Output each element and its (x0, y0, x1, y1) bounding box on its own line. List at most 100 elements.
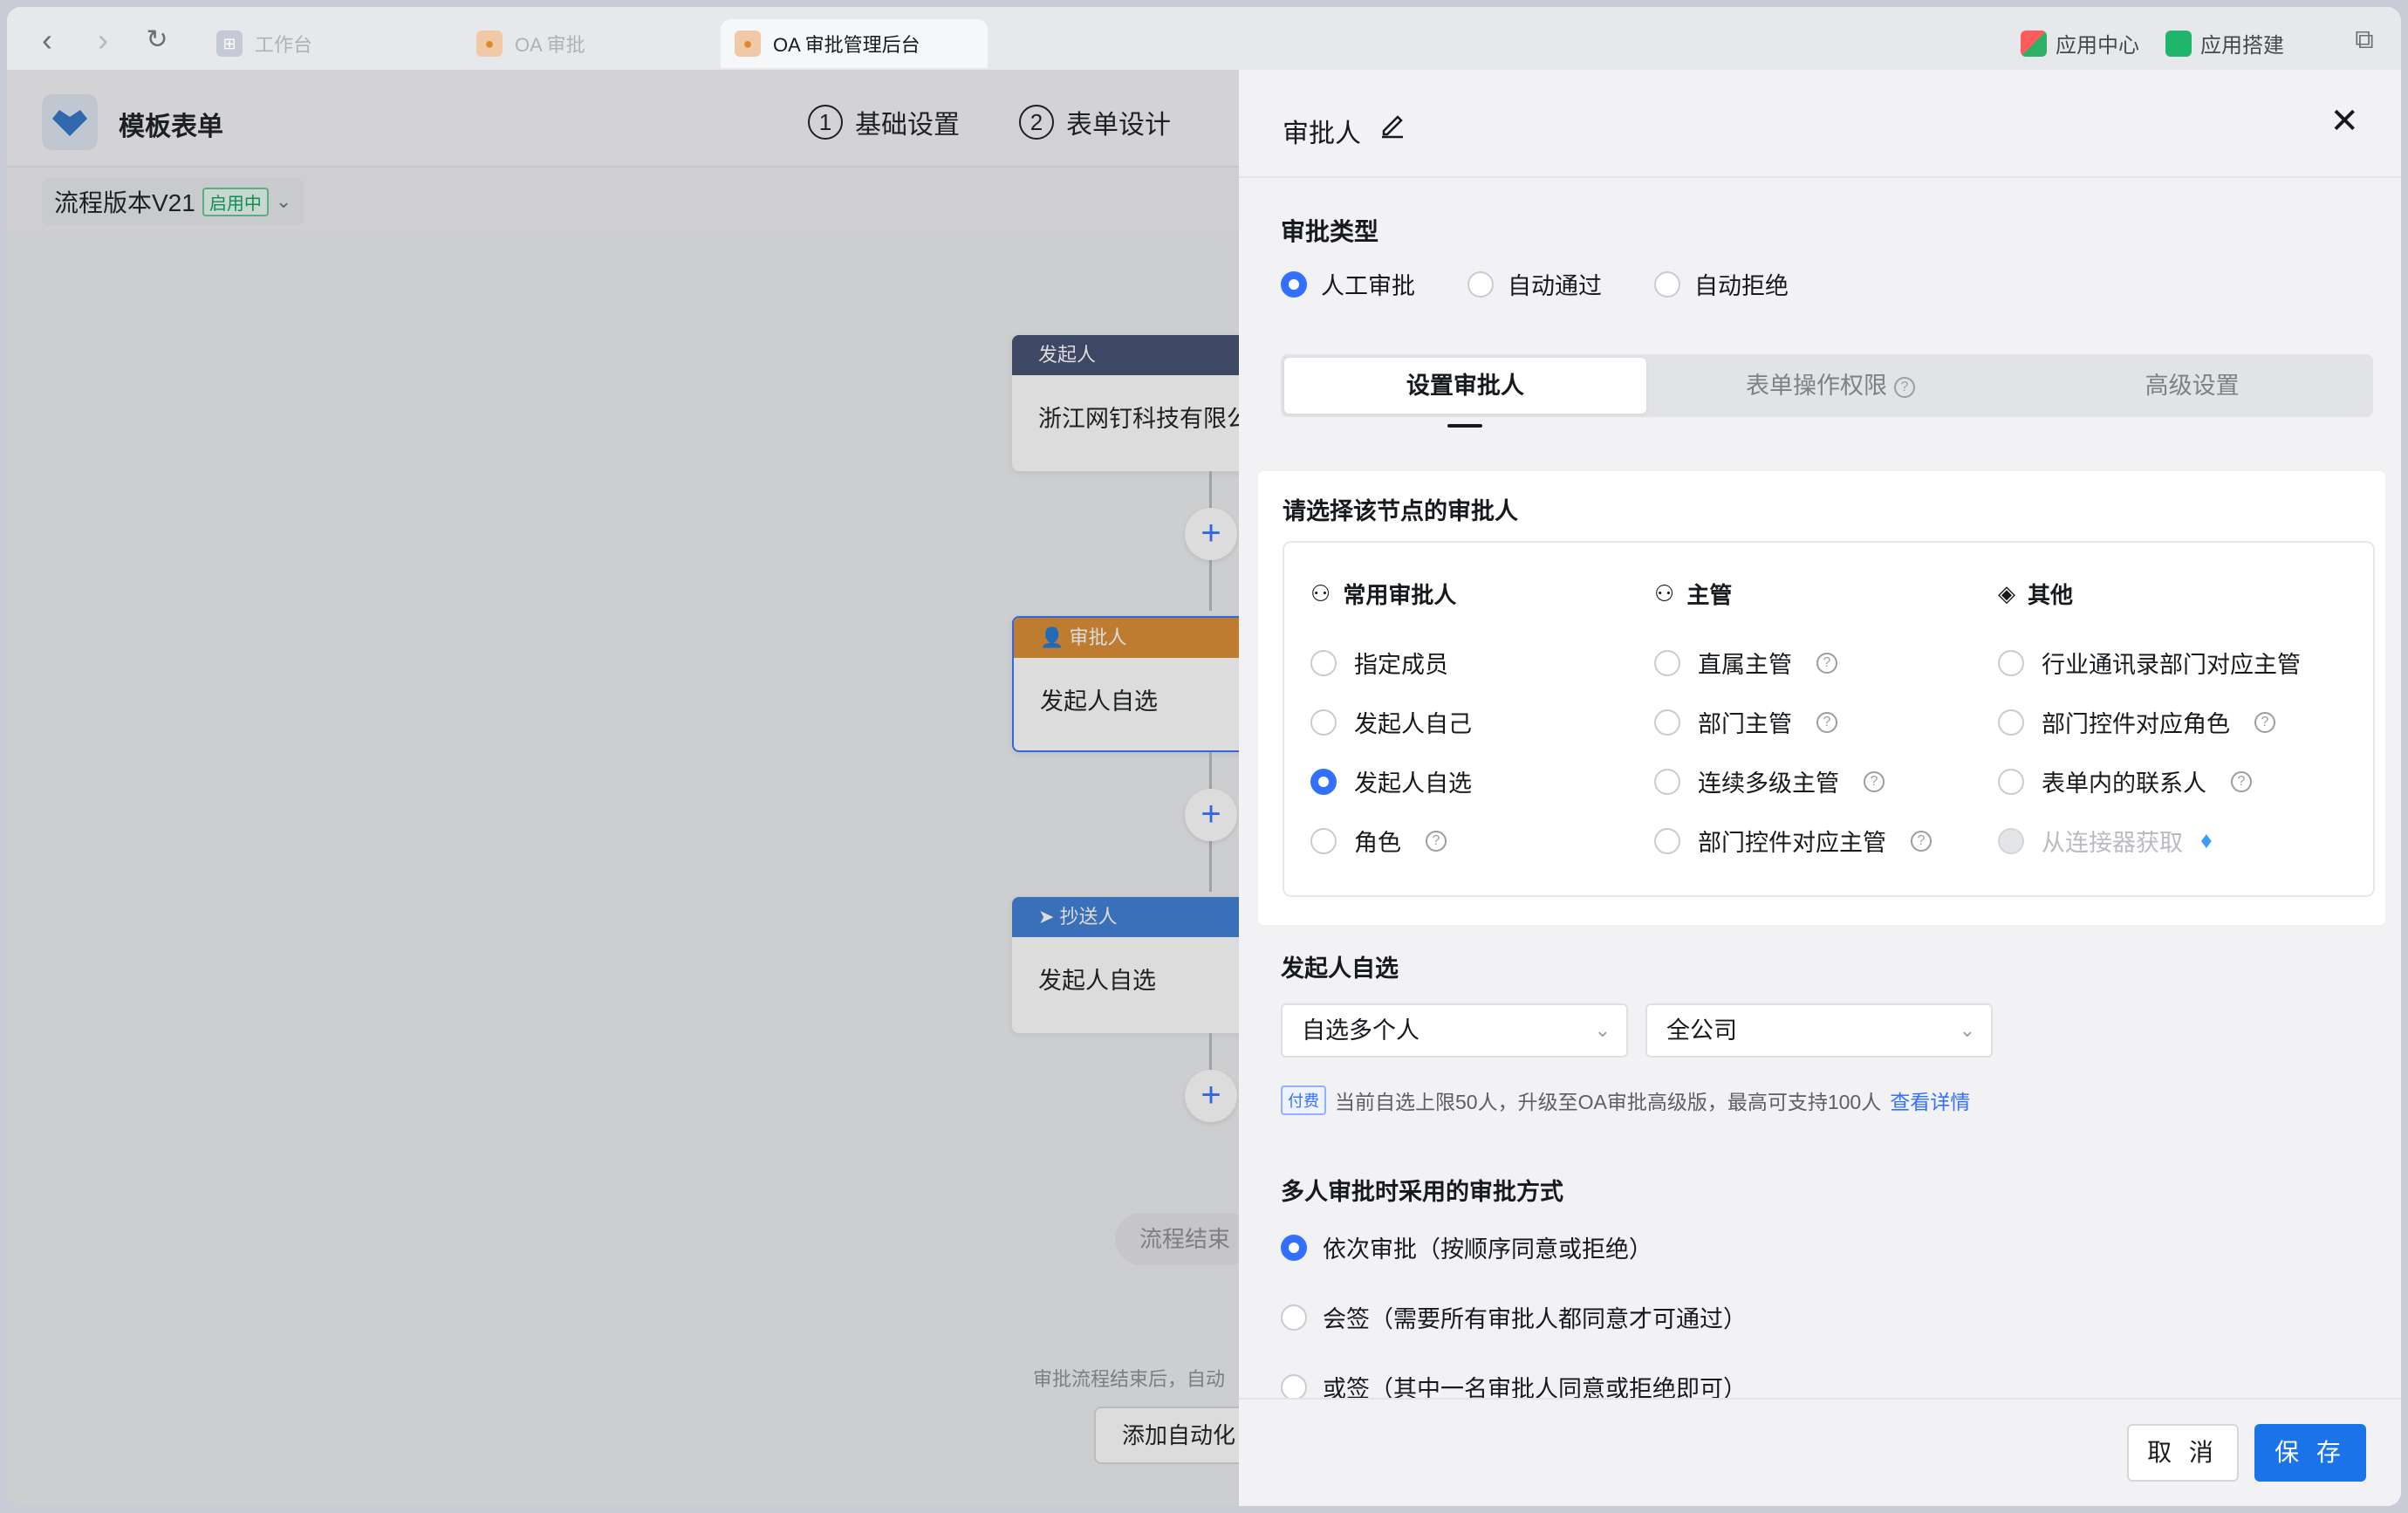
radio-dot (1998, 709, 2024, 736)
radio-manual[interactable]: 人工审批 (1281, 267, 1415, 301)
radio-label: 自动通过 (1508, 273, 1602, 299)
tab-workbench[interactable]: ⊞ 工作台 (202, 19, 326, 68)
select-scope[interactable]: 全公司 ⌄ (1645, 1003, 1993, 1058)
radio-dot (1654, 709, 1680, 736)
radio-dot (1310, 827, 1337, 854)
layers-icon: ◈ (1998, 580, 2015, 606)
option-multi-level-supervisor[interactable]: 连续多级主管? (1654, 764, 1885, 798)
picker-options: ⚇ 常用审批人 ⚇ 主管 ◈ 其他 指定成员 发起人自己 发起人自选 角色 ? … (1283, 541, 2375, 897)
tab-oa-admin[interactable]: ● OA 审批管理后台 (721, 19, 988, 68)
self-select-label: 发起人自选 (1281, 955, 1399, 982)
option-designated-member[interactable]: 指定成员 (1310, 646, 1448, 680)
option-role[interactable]: 角色? (1310, 824, 1447, 858)
tab-oa-approval[interactable]: ● OA 审批 (462, 19, 599, 68)
column-common-approver: ⚇ 常用审批人 (1310, 578, 1456, 610)
drawer-title: 审批人 (1283, 120, 1361, 148)
app-build-label: 应用搭建 (2200, 34, 2284, 58)
option-dept-supervisor[interactable]: 部门主管? (1654, 705, 1837, 739)
tab-form-permissions[interactable]: 表单操作权限? (1650, 354, 2012, 417)
option-label: 行业通讯录部门对应主管 (2042, 652, 2301, 678)
refresh-icon[interactable]: ↻ (140, 23, 174, 58)
help-icon[interactable]: ? (1816, 711, 1837, 733)
approval-type-label: 审批类型 (1281, 218, 1379, 245)
option-dept-control-role[interactable]: 部门控件对应角色? (1998, 705, 2275, 739)
edit-icon[interactable] (1377, 108, 1408, 140)
active-indicator (1447, 424, 1483, 428)
tab-label: OA 审批 (515, 34, 585, 56)
browser-window: ‹ › ↻ ⊞ 工作台 ● OA 审批 ● OA 审批管理后台 应用中心 应用搭… (7, 7, 2401, 1506)
option-label: 发起人自己 (1354, 711, 1472, 737)
radio-dot (1998, 768, 2024, 795)
app-center-label: 应用中心 (2056, 34, 2139, 58)
help-icon[interactable]: ? (1426, 830, 1447, 852)
radio-dot (1998, 827, 2024, 854)
cancel-button[interactable]: 取 消 (2127, 1424, 2239, 1482)
chevron-down-icon: ⌄ (1959, 1019, 1975, 1041)
diamond-icon: ♦ (2200, 827, 2213, 853)
radio-label: 依次审批（按顺序同意或拒绝） (1323, 1236, 1652, 1263)
option-industry-dept-supervisor[interactable]: 行业通讯录部门对应主管 (1998, 646, 2301, 680)
radio-dot (1281, 1234, 1307, 1261)
radio-auto-reject[interactable]: 自动拒绝 (1654, 267, 1789, 301)
select-value: 自选多个人 (1302, 1017, 1419, 1044)
radio-label: 会签（需要所有审批人都同意才可通过） (1323, 1306, 1747, 1332)
user-icon: ⚇ (1310, 580, 1331, 606)
column-other: ◈ 其他 (1998, 578, 2073, 610)
option-from-connector: 从连接器获取 ♦ (1998, 824, 2213, 858)
column-title: 其他 (2028, 582, 2074, 608)
radio-countersign[interactable]: 会签（需要所有审批人都同意才可通过） (1281, 1300, 1747, 1334)
radio-dot (1281, 270, 1307, 298)
tip-text: 当前自选上限50人，升级至OA审批高级版，最高可支持100人 (1335, 1091, 1882, 1113)
column-title: 主管 (1686, 582, 1733, 608)
option-label: 连续多级主管 (1698, 770, 1839, 797)
help-icon[interactable]: ? (2254, 711, 2275, 733)
option-label: 从连接器获取 (2042, 830, 2183, 856)
radio-auto-pass[interactable]: 自动通过 (1467, 267, 1602, 301)
option-label: 角色 (1354, 830, 1401, 856)
option-label: 发起人自选 (1354, 770, 1472, 797)
close-icon[interactable]: ✕ (2329, 101, 2359, 141)
tab-label: OA 审批管理后台 (773, 34, 920, 56)
pay-badge: 付费 (1281, 1085, 1326, 1115)
column-title: 常用审批人 (1343, 582, 1457, 608)
radio-dot (1467, 270, 1494, 298)
open-external-icon[interactable]: ⧉ (2347, 23, 2382, 58)
modal-overlay[interactable] (7, 70, 1246, 1506)
app-center-button[interactable]: 应用中心 (2021, 28, 2139, 58)
help-icon[interactable]: ? (1864, 770, 1885, 792)
option-label: 部门主管 (1698, 711, 1792, 737)
radio-label: 人工审批 (1321, 273, 1415, 299)
forward-icon[interactable]: › (86, 23, 120, 58)
option-form-contact[interactable]: 表单内的联系人? (1998, 764, 2252, 798)
chevron-down-icon: ⌄ (1594, 1019, 1611, 1041)
browser-tabbar: ‹ › ↻ ⊞ 工作台 ● OA 审批 ● OA 审批管理后台 应用中心 应用搭… (7, 7, 2401, 70)
back-icon[interactable]: ‹ (30, 23, 65, 58)
option-dept-control-supervisor[interactable]: 部门控件对应主管? (1654, 824, 1932, 858)
radio-sequential[interactable]: 依次审批（按顺序同意或拒绝） (1281, 1230, 1652, 1264)
save-button[interactable]: 保 存 (2254, 1424, 2366, 1482)
upgrade-tip: 付费 当前自选上限50人，升级至OA审批高级版，最高可支持100人 查看详情 (1281, 1085, 1970, 1115)
help-icon[interactable]: ? (1816, 652, 1837, 674)
help-icon[interactable]: ? (2231, 770, 2252, 792)
option-direct-supervisor[interactable]: 直属主管? (1654, 646, 1837, 680)
select-value: 全公司 (1666, 1017, 1737, 1044)
option-initiator-select[interactable]: 发起人自选 (1310, 764, 1472, 798)
help-icon[interactable]: ? (1894, 376, 1915, 398)
tab-set-approver[interactable]: 设置审批人 (1284, 358, 1646, 428)
help-icon[interactable]: ? (1911, 830, 1932, 852)
tab-advanced-settings[interactable]: 高级设置 (2011, 354, 2373, 417)
radio-dot (1310, 768, 1337, 795)
select-count[interactable]: 自选多个人 ⌄ (1281, 1003, 1628, 1058)
option-label: 部门控件对应角色 (2042, 711, 2230, 737)
app-build-button[interactable]: 应用搭建 (2165, 28, 2284, 58)
tab-label: 高级设置 (2145, 373, 2240, 399)
approval-icon: ● (735, 31, 761, 57)
approval-type-group: 人工审批 自动通过 自动拒绝 (1281, 267, 1789, 301)
view-details-link[interactable]: 查看详情 (1890, 1085, 1970, 1115)
drawer-header: 审批人 ✕ (1239, 70, 2401, 178)
option-initiator-self[interactable]: 发起人自己 (1310, 705, 1472, 739)
radio-dot (1654, 649, 1680, 676)
approver-drawer: 审批人 ✕ 审批类型 人工审批 自动通过 自动拒绝 设置审批人 表单操作权限 ?… (1239, 70, 2401, 1506)
picker-title: 请选择该节点的审批人 (1283, 498, 1518, 524)
option-label: 指定成员 (1354, 652, 1448, 678)
